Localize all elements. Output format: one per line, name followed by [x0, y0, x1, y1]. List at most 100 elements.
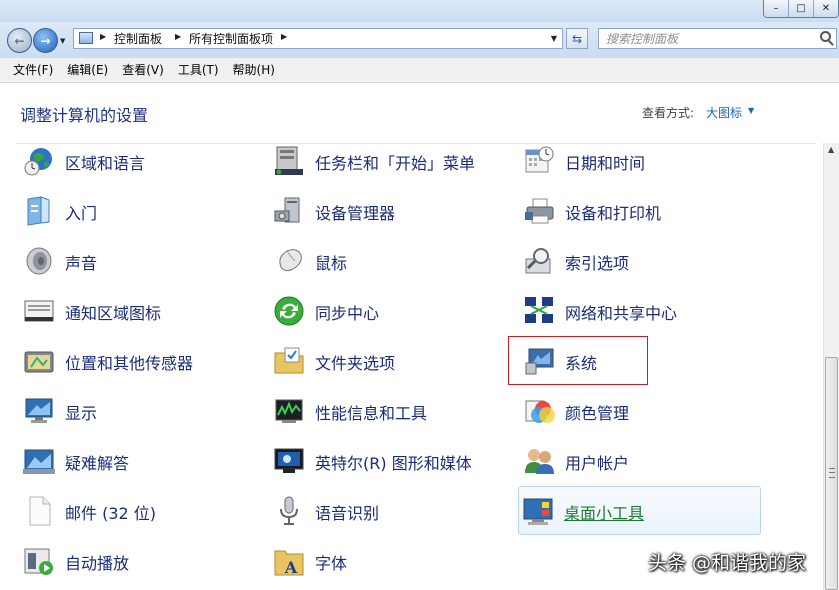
item-location-sensors[interactable]: 位置和其他传感器: [20, 339, 265, 383]
control-panel-content: 调整计算机的设置 查看方式: 大图标 ▼ 区域和语言 任务栏和「开始」菜单 日期…: [0, 83, 823, 590]
chevron-right-icon[interactable]: ▶: [175, 32, 181, 41]
indexing-icon: [525, 248, 551, 274]
minimize-button[interactable]: –: [764, 0, 788, 17]
troubleshoot-icon: [23, 449, 55, 474]
forward-button[interactable]: →: [33, 28, 58, 53]
page-title: 调整计算机的设置: [20, 106, 149, 125]
item-device-manager[interactable]: 设备管理器: [270, 189, 515, 233]
item-folder-options[interactable]: 文件夹选项: [270, 339, 515, 383]
fonts-icon: A: [274, 550, 304, 577]
menu-view[interactable]: 查看(V): [115, 58, 171, 82]
item-label: 同步中心: [315, 304, 380, 323]
item-label: 桌面小工具: [564, 504, 645, 523]
item-label: 字体: [315, 554, 348, 573]
view-by-label: 查看方式:: [642, 106, 695, 120]
search-box[interactable]: [598, 28, 837, 49]
item-getting-started[interactable]: 入门: [20, 189, 265, 233]
item-speech-recognition[interactable]: 语音识别: [270, 489, 515, 533]
scroll-up-icon[interactable]: ▲: [828, 145, 834, 154]
item-label: 网络和共享中心: [565, 304, 678, 323]
item-region-language[interactable]: 区域和语言: [20, 139, 265, 183]
forward-icon: →: [40, 33, 51, 48]
item-date-time[interactable]: 日期和时间: [520, 139, 765, 183]
item-label: 语音识别: [315, 504, 380, 523]
mouse-icon: [279, 249, 302, 272]
item-label: 入门: [65, 204, 98, 223]
chevron-right-icon[interactable]: ▶: [100, 32, 106, 41]
item-indexing-options[interactable]: 索引选项: [520, 239, 765, 283]
item-label: 设备和打印机: [565, 204, 662, 223]
item-label: 任务栏和「开始」菜单: [315, 154, 476, 173]
item-intel-graphics-media[interactable]: 英特尔(R) 图形和媒体: [270, 439, 515, 483]
item-label: 颜色管理: [565, 404, 630, 423]
item-devices-printers[interactable]: 设备和打印机: [520, 189, 765, 233]
chevron-right-icon[interactable]: ▶: [281, 32, 287, 41]
notification-icon: [24, 300, 54, 322]
autoplay-icon: [24, 548, 53, 575]
breadcrumb-control-panel[interactable]: 控制面板: [114, 31, 162, 47]
item-label: 声音: [65, 254, 98, 273]
calendar-clock-icon: [525, 146, 554, 173]
menu-edit[interactable]: 编辑(E): [60, 58, 115, 82]
item-label: 自动播放: [65, 554, 130, 573]
item-fonts[interactable]: A 字体: [270, 539, 515, 583]
item-mouse[interactable]: 鼠标: [270, 239, 515, 283]
item-performance-info-tools[interactable]: 性能信息和工具: [270, 389, 515, 433]
address-bar[interactable]: ▶ 控制面板 ▶ 所有控制面板项 ▶ ▼: [73, 28, 563, 49]
view-by-dropdown[interactable]: 大图标: [706, 104, 742, 121]
breadcrumb-all-items[interactable]: 所有控制面板项: [189, 31, 273, 47]
item-user-accounts[interactable]: 用户帐户: [520, 439, 765, 483]
item-label: 设备管理器: [315, 204, 396, 223]
device-manager-icon: [274, 197, 300, 223]
globe-clock-icon: [24, 148, 52, 176]
refresh-button[interactable]: ⇆: [566, 28, 588, 49]
item-label: 通知区域图标: [65, 304, 162, 323]
item-sync-center[interactable]: 同步中心: [270, 289, 515, 333]
item-mail-32bit[interactable]: 邮件 (32 位): [20, 489, 265, 533]
mail-icon: [29, 496, 51, 526]
item-notification-area-icons[interactable]: 通知区域图标: [20, 289, 265, 333]
folder-options-icon: [274, 347, 304, 374]
item-sound[interactable]: 声音: [20, 239, 265, 283]
close-button[interactable]: ✕: [813, 0, 838, 17]
refresh-icon: ⇆: [571, 31, 583, 46]
back-button[interactable]: ←: [7, 28, 32, 53]
item-label: 索引选项: [565, 254, 630, 273]
maximize-button[interactable]: □: [788, 0, 813, 17]
network-icon: [525, 297, 553, 323]
search-input[interactable]: [602, 30, 815, 47]
scrollbar-thumb[interactable]: [825, 357, 838, 590]
item-label: 英特尔(R) 图形和媒体: [315, 454, 472, 473]
vertical-scrollbar[interactable]: ▲: [823, 143, 839, 590]
address-dropdown-icon[interactable]: ▼: [551, 34, 557, 43]
display-icon: [25, 398, 53, 423]
menu-tools[interactable]: 工具(T): [171, 58, 226, 82]
menu-bar: 文件(F) 编辑(E) 查看(V) 工具(T) 帮助(H): [0, 58, 839, 83]
search-icon[interactable]: [820, 31, 831, 42]
recent-pages-dropdown[interactable]: ▼: [60, 37, 65, 45]
item-autoplay[interactable]: 自动播放: [20, 539, 265, 583]
menu-help[interactable]: 帮助(H): [226, 58, 282, 82]
item-label: 位置和其他传感器: [65, 354, 194, 373]
item-label: 日期和时间: [565, 154, 646, 173]
item-troubleshooting[interactable]: 疑难解答: [20, 439, 265, 483]
user-accounts-icon: [525, 449, 554, 474]
item-label: 用户帐户: [565, 454, 630, 473]
back-icon: ←: [14, 33, 25, 48]
system-highlight-box: [508, 336, 648, 385]
menu-file[interactable]: 文件(F): [0, 58, 60, 82]
chevron-down-icon[interactable]: ▼: [748, 106, 754, 115]
item-desktop-gadgets[interactable]: 桌面小工具: [518, 486, 761, 535]
getting-started-icon: [27, 196, 50, 226]
printer-icon: [525, 198, 554, 224]
speaker-icon: [26, 247, 52, 275]
item-label: 文件夹选项: [315, 354, 396, 373]
item-network-sharing-center[interactable]: 网络和共享中心: [520, 289, 765, 333]
microphone-icon: [280, 496, 298, 525]
item-label: 性能信息和工具: [315, 404, 428, 423]
item-taskbar-start-menu[interactable]: 任务栏和「开始」菜单: [270, 139, 515, 183]
desktop-gadgets-icon: [523, 498, 553, 525]
item-display[interactable]: 显示: [20, 389, 265, 433]
window-controls: – □ ✕: [763, 0, 839, 18]
item-color-management[interactable]: 颜色管理: [520, 389, 765, 433]
